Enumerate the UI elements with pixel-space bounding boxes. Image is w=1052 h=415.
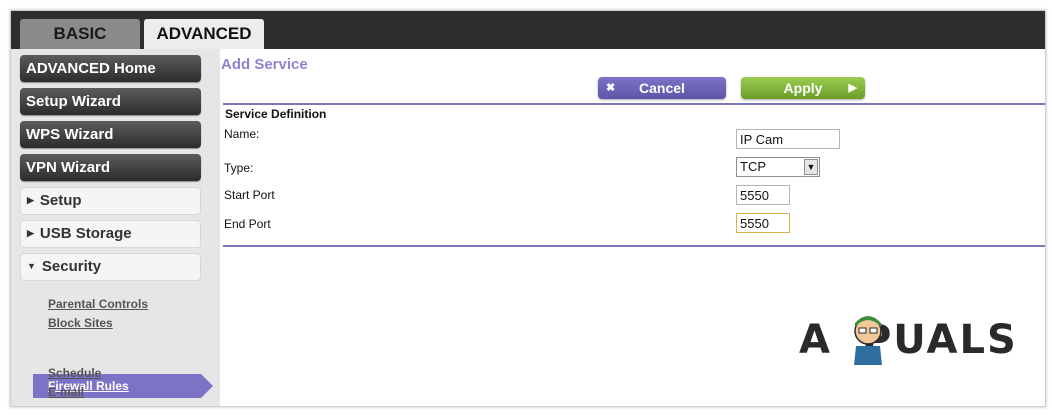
sidebar-section-setup[interactable]: ▶ Setup (20, 187, 201, 215)
divider-top (223, 103, 1045, 105)
watermark-right: PUALS (861, 317, 1018, 363)
start-port-label: Start Port (224, 188, 275, 202)
end-port-label: End Port (224, 217, 271, 231)
sidebar-item-schedule[interactable]: Schedule (48, 366, 101, 380)
name-label: Name: (224, 127, 260, 141)
sidebar-section-usb-storage[interactable]: ▶ USB Storage (20, 220, 201, 248)
sidebar-item-vpn-wizard[interactable]: VPN Wizard (20, 154, 201, 181)
section-title: Service Definition (225, 107, 327, 121)
page-title: Add Service (221, 56, 308, 73)
cancel-label: Cancel (639, 80, 685, 96)
watermark-left: A (799, 317, 832, 363)
cancel-button[interactable]: ✖ Cancel (598, 77, 726, 99)
type-select-value: TCP (740, 159, 766, 174)
name-field[interactable] (736, 129, 840, 149)
sidebar-item-block-sites[interactable]: Block Sites (48, 316, 113, 330)
triangle-down-icon: ▼ (27, 261, 36, 271)
triangle-right-icon: ▶ (848, 82, 857, 94)
sidebar-section-label: USB Storage (39, 225, 132, 242)
triangle-right-icon: ▶ (27, 195, 34, 205)
sidebar-item-wps-wizard[interactable]: WPS Wizard (20, 121, 201, 148)
sidebar-item-parental-controls[interactable]: Parental Controls (48, 297, 148, 311)
end-port-field[interactable] (736, 213, 790, 233)
type-select[interactable]: TCP ▼ (736, 157, 820, 177)
chevron-down-icon[interactable]: ▼ (804, 159, 818, 175)
tab-advanced[interactable]: ADVANCED (144, 19, 264, 49)
mascot-icon (854, 316, 882, 365)
tab-basic[interactable]: BASIC (20, 19, 140, 49)
sidebar-section-label: Setup (39, 192, 82, 209)
apply-button[interactable]: Apply ▶ (741, 77, 865, 99)
watermark-logo: A PUALS (799, 317, 1018, 363)
divider-bottom (223, 245, 1045, 247)
start-port-field[interactable] (736, 185, 790, 205)
sidebar: ADVANCED Home Setup Wizard WPS Wizard VP… (11, 49, 220, 406)
apply-label: Apply (783, 80, 823, 96)
triangle-right-icon: ▶ (27, 228, 34, 238)
sidebar-item-advanced-home[interactable]: ADVANCED Home (20, 55, 201, 82)
top-tab-bar: BASIC ADVANCED (11, 11, 1045, 49)
sidebar-item-email[interactable]: E-mail (48, 385, 84, 399)
sidebar-section-label: Security (41, 258, 102, 275)
router-admin-window: BASIC ADVANCED ADVANCED Home Setup Wizar… (10, 10, 1046, 407)
sidebar-item-setup-wizard[interactable]: Setup Wizard (20, 88, 201, 115)
sidebar-section-security[interactable]: ▼ Security (20, 253, 201, 281)
type-label: Type: (224, 161, 254, 175)
